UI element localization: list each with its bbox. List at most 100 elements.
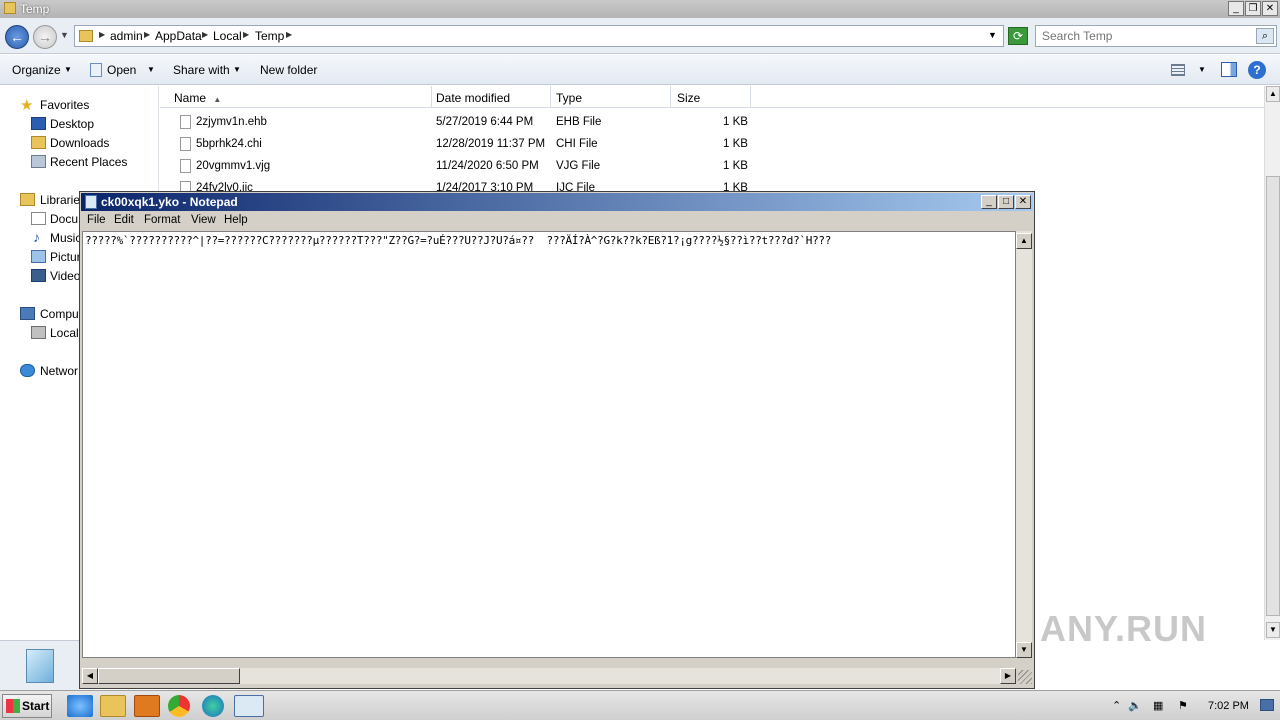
search-icon[interactable]: ⌕ xyxy=(1256,28,1274,44)
forward-button[interactable]: → xyxy=(33,25,57,49)
notepad-vertical-scrollbar[interactable]: ▲ ▼ xyxy=(1016,231,1032,658)
nav-local-disk[interactable]: Local xyxy=(50,326,79,340)
column-header: Name ▲ Date modified Type Size xyxy=(160,86,1264,108)
file-explorer-icon[interactable] xyxy=(100,695,126,717)
table-row[interactable]: 20vgmmv1.vjg 11/24/2020 6:50 PM VJG File… xyxy=(160,155,760,177)
column-date-modified[interactable]: Date modified xyxy=(432,86,551,108)
maximize-button[interactable]: □ xyxy=(998,195,1014,209)
breadcrumb-arrow-icon[interactable]: ▶ xyxy=(202,30,208,39)
nav-pictures[interactable]: Pictur xyxy=(50,250,81,264)
close-button[interactable]: ✕ xyxy=(1015,195,1031,209)
nav-libraries[interactable]: Librarie xyxy=(40,193,80,207)
menu-help[interactable]: Help xyxy=(224,214,248,226)
file-date: 12/28/2019 11:37 PM xyxy=(436,138,546,150)
restore-button[interactable]: ❐ xyxy=(1245,1,1261,16)
menu-format[interactable]: Format xyxy=(144,214,180,226)
scroll-up-icon[interactable]: ▲ xyxy=(1266,86,1280,102)
breadcrumb-arrow-icon[interactable]: ▶ xyxy=(243,30,249,39)
minimize-button[interactable]: _ xyxy=(981,195,997,209)
menu-edit[interactable]: Edit xyxy=(114,214,134,226)
minimize-button[interactable]: _ xyxy=(1228,1,1244,16)
notepad-text-area[interactable]: ?????%`??????????^|??=??????C???????µ???… xyxy=(82,231,1016,658)
close-button[interactable]: ✕ xyxy=(1262,1,1278,16)
open-file-icon xyxy=(90,63,102,77)
help-icon[interactable]: ? xyxy=(1248,61,1266,79)
chrome-icon[interactable] xyxy=(168,695,190,717)
menu-view[interactable]: View xyxy=(191,214,216,226)
folder-icon xyxy=(79,30,93,42)
scroll-down-icon[interactable]: ▼ xyxy=(1266,622,1280,638)
recent-pages-chevron-down-icon[interactable]: ▼ xyxy=(60,30,69,40)
search-box[interactable]: ⌕ xyxy=(1035,25,1277,47)
notepad-taskbar-icon[interactable] xyxy=(234,695,264,717)
search-input[interactable] xyxy=(1042,29,1252,43)
notepad-icon xyxy=(85,195,97,209)
menu-file[interactable]: File xyxy=(87,214,106,226)
resize-grip-icon[interactable] xyxy=(1018,670,1032,684)
nav-favorites[interactable]: Favorites xyxy=(40,98,89,112)
notepad-horizontal-scrollbar[interactable]: ◀ ▶ xyxy=(82,668,1016,684)
scroll-left-icon[interactable]: ◀ xyxy=(82,668,98,684)
address-chevron-down-icon[interactable]: ▼ xyxy=(988,30,997,40)
scroll-thumb[interactable] xyxy=(1266,176,1280,616)
nav-documents[interactable]: Docu xyxy=(50,212,78,226)
nav-desktop[interactable]: Desktop xyxy=(50,117,94,131)
internet-explorer-icon[interactable] xyxy=(67,695,93,717)
scroll-up-icon[interactable]: ▲ xyxy=(1016,233,1032,249)
breadcrumb-local[interactable]: Local xyxy=(213,29,242,43)
volume-icon[interactable]: 🔈 xyxy=(1128,699,1142,712)
chevron-down-icon[interactable]: ▼ xyxy=(147,65,155,74)
open-button[interactable]: Open xyxy=(107,63,136,77)
taskbar: Start ⌃ 🔈 ▦ ⚑ 7:02 PM xyxy=(0,690,1280,720)
file-name: 20vgmmv1.vjg xyxy=(196,160,271,172)
breadcrumb-arrow-icon[interactable]: ▶ xyxy=(286,30,292,39)
music-icon: ♪ xyxy=(33,229,40,245)
nav-computer[interactable]: Comput xyxy=(40,307,82,321)
preview-pane-icon[interactable] xyxy=(1221,62,1237,77)
notepad-titlebar: ck00xqk1.yko - Notepad _ □ ✕ xyxy=(81,193,1033,211)
watermark: ANY.RUN xyxy=(1040,608,1208,649)
tray-expand-icon[interactable]: ⌃ xyxy=(1112,699,1121,712)
nav-downloads[interactable]: Downloads xyxy=(50,136,109,150)
file-size: 1 KB xyxy=(723,116,748,128)
refresh-icon[interactable]: ⟳ xyxy=(1008,27,1028,45)
breadcrumb-arrow-icon[interactable]: ▶ xyxy=(144,30,150,39)
file-icon xyxy=(180,159,191,173)
action-center-flag-icon[interactable]: ⚑ xyxy=(1178,699,1188,712)
share-with-button[interactable]: Share with xyxy=(173,63,230,77)
column-type[interactable]: Type xyxy=(551,86,671,108)
address-field[interactable]: ▶ admin ▶ AppData ▶ Local ▶ Temp ▶ ▼ xyxy=(74,25,1004,47)
column-size[interactable]: Size xyxy=(671,86,751,108)
clock[interactable]: 7:02 PM xyxy=(1208,700,1249,712)
column-name[interactable]: Name ▲ xyxy=(160,86,432,108)
show-desktop-icon[interactable] xyxy=(1260,699,1274,711)
table-row[interactable]: 5bprhk24.chi 12/28/2019 11:37 PM CHI Fil… xyxy=(160,133,760,155)
breadcrumb-admin[interactable]: admin xyxy=(110,29,143,43)
file-type: CHI File xyxy=(556,138,598,150)
network-tray-icon[interactable]: ▦ xyxy=(1153,699,1163,712)
change-view-icon[interactable] xyxy=(1171,64,1185,76)
file-icon xyxy=(180,115,191,129)
organize-button[interactable]: Organize xyxy=(12,63,61,77)
file-list-scrollbar[interactable]: ▲ ▼ xyxy=(1264,86,1280,640)
start-button[interactable]: Start xyxy=(2,694,52,718)
media-player-icon[interactable] xyxy=(134,695,160,717)
new-folder-button[interactable]: New folder xyxy=(260,63,317,77)
scroll-right-icon[interactable]: ▶ xyxy=(1000,668,1016,684)
edge-icon[interactable] xyxy=(202,695,224,717)
nav-videos[interactable]: Video xyxy=(50,269,80,283)
nav-music[interactable]: Music xyxy=(50,231,81,245)
breadcrumb-appdata[interactable]: AppData xyxy=(155,29,202,43)
scroll-thumb[interactable] xyxy=(98,668,240,684)
nav-network[interactable]: Networ xyxy=(40,364,78,378)
back-button[interactable]: ← xyxy=(5,25,29,49)
table-row[interactable]: 2zjymv1n.ehb 5/27/2019 6:44 PM EHB File … xyxy=(160,111,760,133)
breadcrumb-arrow-icon[interactable]: ▶ xyxy=(99,30,105,39)
nav-recent-places[interactable]: Recent Places xyxy=(50,155,127,169)
breadcrumb-temp[interactable]: Temp xyxy=(255,29,284,43)
file-name: 2zjymv1n.ehb xyxy=(196,116,267,128)
chevron-down-icon[interactable]: ▼ xyxy=(64,65,72,74)
view-chevron-down-icon[interactable]: ▼ xyxy=(1198,65,1206,74)
scroll-down-icon[interactable]: ▼ xyxy=(1016,642,1032,658)
chevron-down-icon[interactable]: ▼ xyxy=(233,65,241,74)
